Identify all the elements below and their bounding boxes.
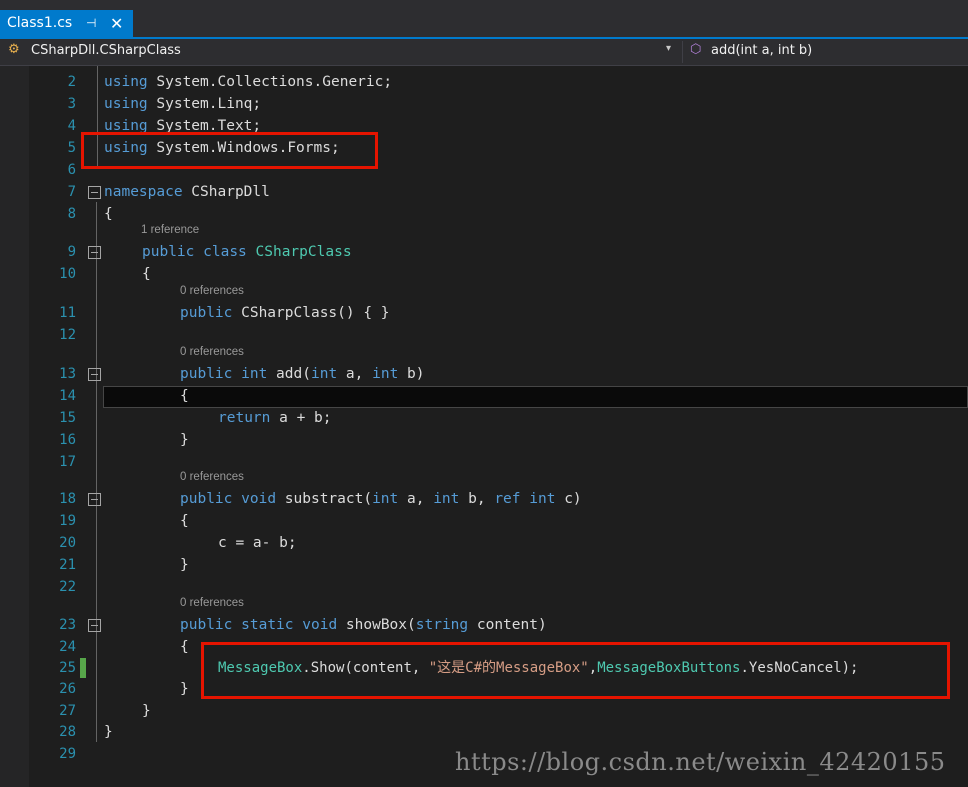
code-text: }	[104, 724, 113, 740]
line-number: 9	[67, 244, 76, 260]
watermark-text: https://blog.csdn.net/weixin_42420155	[455, 748, 946, 776]
line-number: 12	[59, 327, 76, 343]
code-line-2: 2 using System.Collections.Generic;	[0, 72, 968, 92]
code-text: }	[180, 681, 189, 697]
code-text: {	[180, 513, 189, 529]
code-editor[interactable]: 2 using System.Collections.Generic; 3 us…	[0, 66, 968, 787]
line-number: 5	[67, 140, 76, 156]
code-text: using System.Collections.Generic;	[104, 74, 393, 90]
line-number: 29	[59, 746, 76, 762]
code-text: }	[180, 557, 189, 573]
pin-icon[interactable]: ⊣	[86, 10, 96, 37]
code-text: {	[180, 388, 189, 404]
member-dropdown-label[interactable]: add(int a, int b)	[711, 43, 812, 58]
line-number: 8	[67, 206, 76, 222]
code-line-8: 8 {	[0, 204, 968, 224]
code-line-22: 22	[0, 577, 968, 597]
code-text: {	[142, 266, 151, 282]
code-text: public int add(int a, int b)	[180, 366, 425, 382]
code-line-20: 20 c = a- b;	[0, 533, 968, 553]
code-line-14: 14 {	[0, 386, 968, 406]
line-number: 4	[67, 118, 76, 134]
change-indicator	[80, 658, 86, 678]
line-number: 16	[59, 432, 76, 448]
type-dropdown[interactable]: ⚙ CSharpDll.CSharpClass ▾	[0, 39, 682, 65]
code-line-21: 21 }	[0, 555, 968, 575]
line-number: 24	[59, 639, 76, 655]
code-line-19: 19 {	[0, 511, 968, 531]
code-text: public class CSharpClass	[142, 244, 352, 260]
close-icon[interactable]: ✕	[110, 10, 123, 37]
code-line-13: 13 public int add(int a, int b)	[0, 364, 968, 384]
line-number: 14	[59, 388, 76, 404]
codelens-references[interactable]: 0 references	[180, 597, 244, 609]
codelens-references[interactable]: 0 references	[180, 285, 244, 297]
code-text: public void substract(int a, int b, ref …	[180, 491, 582, 507]
code-line-11: 11 public CSharpClass() { }	[0, 303, 968, 323]
line-number: 26	[59, 681, 76, 697]
code-text: c = a- b;	[218, 535, 297, 551]
highlight-box-messagebox	[201, 642, 950, 699]
tab-class1-cs[interactable]: Class1.cs ⊣ ✕	[0, 10, 133, 37]
code-text: {	[104, 206, 113, 222]
line-number: 25	[59, 660, 76, 676]
line-number: 10	[59, 266, 76, 282]
code-line-15: 15 return a + b;	[0, 408, 968, 428]
code-text: public CSharpClass() { }	[180, 305, 390, 321]
code-line-3: 3 using System.Linq;	[0, 94, 968, 114]
code-line-16: 16 }	[0, 430, 968, 450]
line-number: 15	[59, 410, 76, 426]
line-number: 3	[67, 96, 76, 112]
code-line-27: 27 }	[0, 701, 968, 721]
collapse-icon[interactable]	[88, 368, 101, 381]
code-text: }	[142, 703, 151, 719]
collapse-icon[interactable]	[88, 246, 101, 259]
code-line-9: 9 public class CSharpClass	[0, 242, 968, 262]
navigation-bar: ⚙ CSharpDll.CSharpClass ▾ ⬡ add(int a, i…	[0, 39, 968, 66]
line-number: 6	[67, 162, 76, 178]
line-number: 27	[59, 703, 76, 719]
line-number: 20	[59, 535, 76, 551]
collapse-icon[interactable]	[88, 619, 101, 632]
code-text: using System.Linq;	[104, 96, 262, 112]
highlight-box-using-forms	[81, 132, 378, 169]
line-number: 19	[59, 513, 76, 529]
code-line-28: 28 }	[0, 722, 968, 742]
line-number: 11	[59, 305, 76, 321]
codelens-references[interactable]: 0 references	[180, 346, 244, 358]
line-number: 7	[67, 184, 76, 200]
code-text: {	[180, 639, 189, 655]
line-number: 18	[59, 491, 76, 507]
class-icon: ⚙	[8, 42, 20, 57]
line-number: 21	[59, 557, 76, 573]
line-number: 23	[59, 617, 76, 633]
line-number: 13	[59, 366, 76, 382]
code-line-12: 12	[0, 325, 968, 345]
line-number: 17	[59, 454, 76, 470]
code-text: return a + b;	[218, 410, 332, 426]
navbar-divider	[682, 41, 683, 63]
line-number: 2	[67, 74, 76, 90]
code-text: }	[180, 432, 189, 448]
line-number: 22	[59, 579, 76, 595]
code-line-17: 17	[0, 452, 968, 472]
code-text: namespace CSharpDll	[104, 184, 270, 200]
method-icon: ⬡	[690, 42, 702, 57]
document-tab-bar: Class1.cs ⊣ ✕	[0, 0, 968, 39]
type-dropdown-label: CSharpDll.CSharpClass	[31, 43, 181, 58]
chevron-down-icon[interactable]: ▾	[666, 43, 671, 54]
code-text: public static void showBox(string conten…	[180, 617, 547, 633]
tab-title: Class1.cs	[7, 15, 73, 31]
collapse-icon[interactable]	[88, 493, 101, 506]
code-line-23: 23 public static void showBox(string con…	[0, 615, 968, 635]
code-line-18: 18 public void substract(int a, int b, r…	[0, 489, 968, 509]
line-number: 28	[59, 724, 76, 740]
collapse-icon[interactable]	[88, 186, 101, 199]
code-line-10: 10 {	[0, 264, 968, 284]
codelens-references[interactable]: 1 reference	[141, 224, 199, 236]
codelens-references[interactable]: 0 references	[180, 471, 244, 483]
code-line-7: 7 namespace CSharpDll	[0, 182, 968, 202]
